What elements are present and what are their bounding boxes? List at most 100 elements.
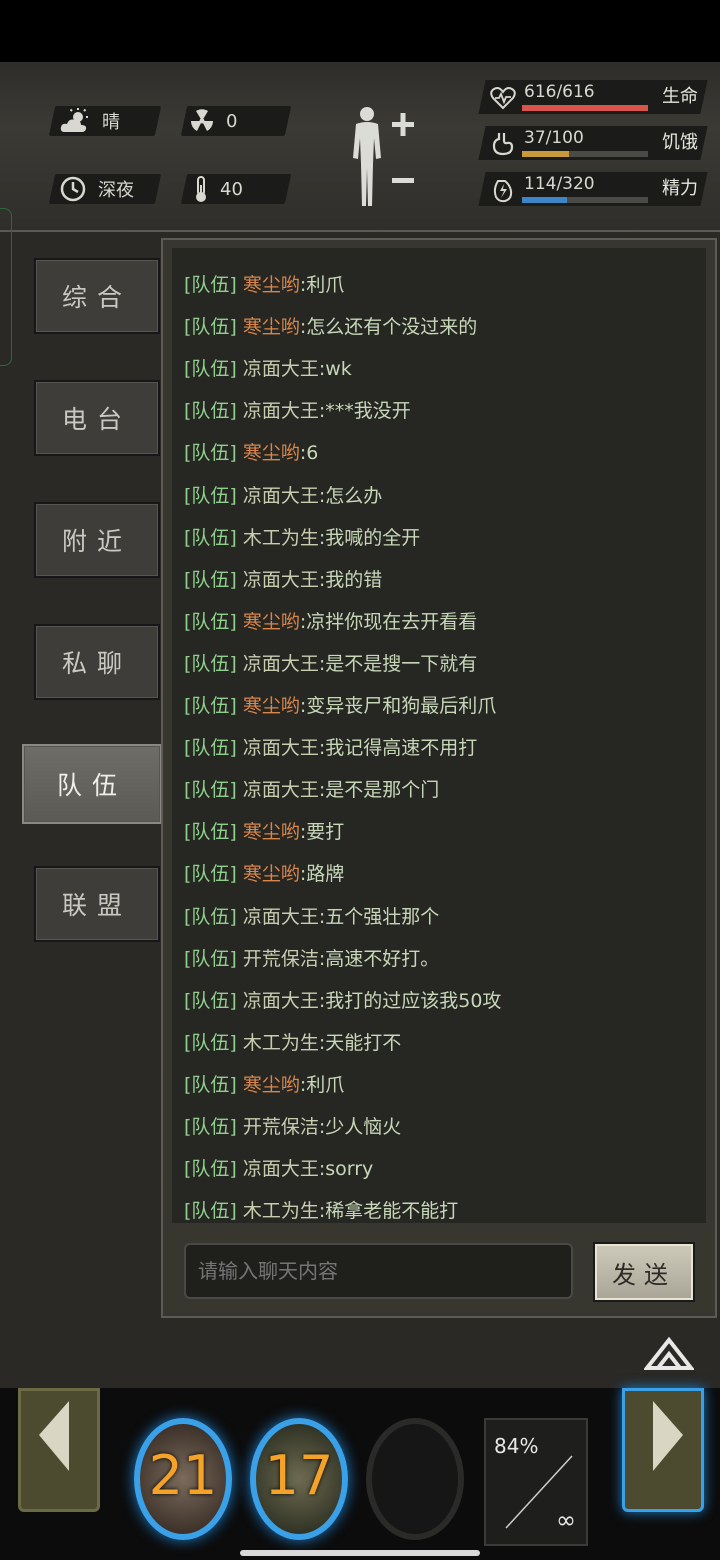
hotbar-next-button[interactable] (622, 1388, 704, 1512)
message-sender[interactable]: 凉面大王 (243, 779, 319, 801)
message-sender[interactable]: 凉面大王 (243, 569, 319, 591)
message-sender[interactable]: 开荒保洁 (243, 1116, 319, 1138)
tab-general[interactable]: 综合 (34, 258, 160, 334)
edge-indicator (0, 208, 12, 366)
weather-status: 晴 (60, 106, 120, 136)
chat-message: [队伍] 木工为生:我喊的全开 (184, 523, 420, 550)
message-channel: [队伍] (184, 1200, 237, 1223)
chat-message-list[interactable]: [队伍] 寒尘哟:利爪 [队伍] 寒尘哟:怎么还有个没过来的 [队伍] 凉面大王:wk [队… (172, 248, 706, 1223)
message-sender[interactable]: 凉面大王 (243, 1158, 319, 1180)
hotbar-prev-button[interactable] (18, 1388, 100, 1512)
message-channel: [队伍] (184, 863, 237, 886)
temperature-value: 40 (220, 178, 243, 200)
tab-radio[interactable]: 电台 (34, 380, 160, 456)
message-sender[interactable]: 寒尘哟 (243, 316, 300, 338)
chat-input[interactable] (184, 1243, 573, 1299)
message-text: :路牌 (299, 863, 345, 886)
chat-message: [队伍] 木工为生:天能打不 (184, 1028, 401, 1055)
message-sender[interactable]: 凉面大王 (243, 906, 319, 928)
message-sender[interactable]: 凉面大王 (243, 990, 319, 1012)
tab-nearby[interactable]: 附近 (34, 502, 160, 578)
message-sender[interactable]: 寒尘哟 (243, 442, 300, 464)
chat-message: [队伍] 寒尘哟:利爪 (184, 1070, 344, 1097)
message-channel: [队伍] (184, 400, 237, 423)
message-channel: [队伍] (184, 358, 237, 381)
message-channel: [队伍] (184, 1158, 237, 1181)
weapon-slot[interactable]: 84% ∞ (484, 1418, 588, 1546)
message-text: :我喊的全开 (318, 526, 421, 549)
message-sender[interactable]: 木工为生 (243, 1200, 319, 1222)
message-channel: [队伍] (184, 484, 237, 507)
message-text: :五个强壮那个 (318, 905, 440, 928)
chat-message: [队伍] 凉面大王:是不是那个门 (184, 775, 439, 802)
message-channel: [队伍] (184, 695, 237, 717)
tab-alliance[interactable]: 联盟 (34, 866, 160, 942)
message-sender[interactable]: 寒尘哟 (243, 863, 300, 885)
energy-stat: 114/320 精力 (478, 172, 712, 208)
chat-message: [队伍] 寒尘哟:6 (184, 438, 318, 465)
message-sender[interactable]: 木工为生 (243, 1032, 319, 1054)
skill-slot-3[interactable] (366, 1418, 464, 1540)
message-channel: [队伍] (184, 1031, 237, 1054)
message-text: :怎么还有个没过来的 (299, 316, 478, 339)
message-text: :利爪 (299, 274, 345, 296)
message-text: :6 (299, 442, 319, 465)
energy-label: 精力 (662, 178, 698, 199)
message-text: :稀拿老能不能打 (318, 1200, 459, 1223)
skill-slot-1[interactable]: 21 (134, 1418, 232, 1540)
energy-value: 114/320 (524, 174, 595, 194)
message-channel: [队伍] (184, 442, 237, 465)
health-label: 生命 (662, 86, 698, 107)
radiation-icon (190, 109, 214, 131)
message-text: :sorry (318, 1158, 374, 1181)
health-stat: 616/616 生命 (478, 80, 712, 116)
tab-team[interactable]: 队伍 (22, 744, 162, 824)
tab-private[interactable]: 私聊 (34, 624, 160, 700)
skill-slot-2[interactable]: 17 (250, 1418, 348, 1540)
message-sender[interactable]: 寒尘哟 (243, 611, 300, 633)
message-text: :凉拌你现在去开看看 (299, 610, 478, 633)
message-channel: [队伍] (184, 1073, 237, 1096)
weapon-ammo: ∞ (556, 1506, 576, 1534)
radiation-value: 0 (226, 110, 238, 132)
chat-message: [队伍] 凉面大王:wk (184, 354, 352, 381)
message-text: :要打 (299, 821, 345, 844)
thermometer-icon (196, 176, 206, 202)
message-sender[interactable]: 凉面大王 (243, 400, 319, 422)
chat-message: [队伍] 寒尘哟:利爪 (184, 270, 344, 297)
chat-message: [队伍] 凉面大王:sorry (184, 1154, 373, 1181)
message-sender[interactable]: 凉面大王 (243, 358, 319, 380)
message-channel: [队伍] (184, 821, 237, 844)
health-bar (522, 105, 648, 111)
message-channel: [队伍] (184, 1116, 237, 1138)
message-text: :是不是搜一下就有 (318, 652, 478, 675)
message-sender[interactable]: 凉面大王 (243, 485, 319, 507)
message-sender[interactable]: 寒尘哟 (243, 274, 300, 296)
message-sender[interactable]: 凉面大王 (243, 653, 319, 675)
message-text: :天能打不 (318, 1031, 402, 1054)
message-sender[interactable]: 木工为生 (243, 527, 319, 549)
message-text: :利爪 (299, 1073, 345, 1096)
stomach-icon (492, 133, 514, 156)
home-indicator[interactable] (240, 1550, 480, 1556)
send-button[interactable]: 发送 (593, 1242, 695, 1302)
message-channel: [队伍] (184, 610, 237, 633)
radiation-status: 0 (190, 106, 237, 136)
character-body-icon[interactable] (348, 104, 418, 210)
message-channel: [队伍] (184, 989, 237, 1012)
message-sender[interactable]: 寒尘哟 (243, 821, 300, 843)
chat-message: [队伍] 凉面大王:五个强壮那个 (184, 902, 439, 929)
message-sender[interactable]: 开荒保洁 (243, 948, 319, 970)
message-sender[interactable]: 凉面大王 (243, 737, 319, 759)
message-sender[interactable]: 寒尘哟 (243, 695, 300, 717)
chat-message: [队伍] 寒尘哟:变异丧尸和狗最后利爪 (184, 691, 496, 718)
chat-message: [队伍] 寒尘哟:路牌 (184, 859, 344, 886)
heart-icon (490, 87, 516, 110)
message-sender[interactable]: 寒尘哟 (243, 1074, 300, 1096)
message-text: :变异丧尸和狗最后利爪 (299, 695, 497, 717)
hotbar (0, 1388, 720, 1560)
chat-message: [队伍] 凉面大王:怎么办 (184, 481, 382, 508)
message-channel: [队伍] (184, 779, 237, 802)
collapse-up-icon[interactable] (644, 1334, 694, 1372)
message-text: :wk (318, 358, 352, 381)
